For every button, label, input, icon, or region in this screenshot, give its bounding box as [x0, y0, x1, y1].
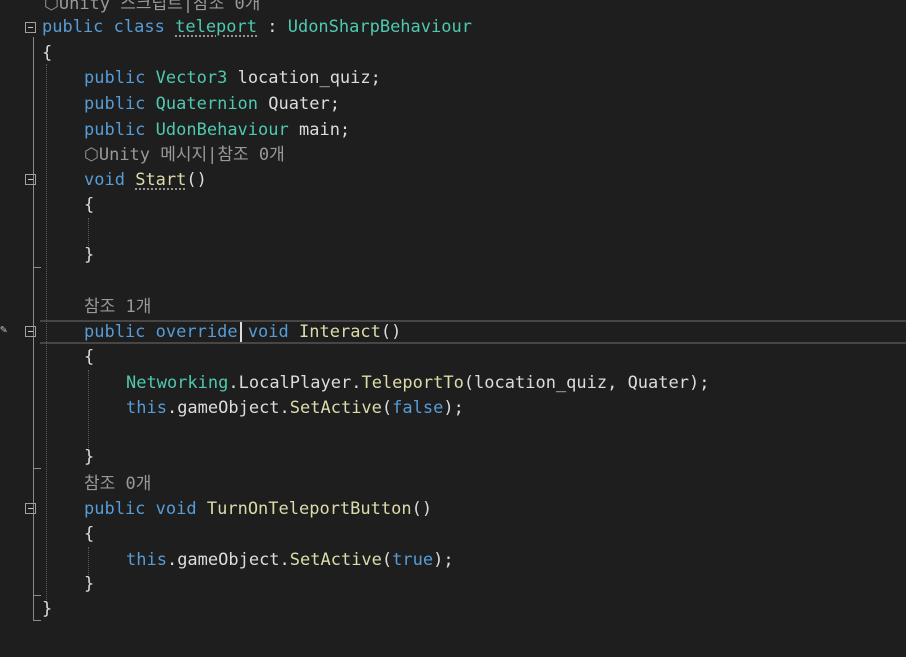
code-lens-turnon[interactable]: 참조 0개: [0, 472, 906, 497]
keyword-class: class: [113, 17, 165, 37]
method-name-turnon[interactable]: TurnOnTeleportButton: [207, 499, 412, 519]
turnon-open-brace-line[interactable]: {: [0, 522, 906, 547]
setactive-false-line[interactable]: this.gameObject.SetActive(false);: [0, 396, 906, 421]
method-name-interact[interactable]: Interact: [299, 322, 381, 342]
turnon-method-line[interactable]: public void TurnOnTeleportButton(): [0, 497, 906, 522]
method-name-start[interactable]: Start: [135, 170, 186, 190]
start-method-line[interactable]: void Start(): [0, 168, 906, 193]
start-open-brace-line[interactable]: {: [0, 193, 906, 218]
class-name[interactable]: teleport: [175, 17, 257, 37]
interact-open-brace-line[interactable]: {: [0, 345, 906, 370]
class-close-brace-line[interactable]: }: [0, 597, 906, 622]
turnon-close-brace-line[interactable]: }: [0, 572, 906, 597]
interact-close-brace-line[interactable]: }: [0, 445, 906, 470]
class-declaration-line[interactable]: public class teleport : UdonSharpBehavio…: [0, 15, 906, 40]
setactive-true-line[interactable]: this.gameObject.SetActive(true);: [0, 548, 906, 573]
unity-cube-icon: ⬡: [84, 145, 99, 165]
code-lens-start[interactable]: ⬡Unity 메시지|참조 0개: [0, 143, 906, 168]
code-lens-interact[interactable]: 참조 1개: [0, 295, 906, 320]
teleport-call-line[interactable]: Networking.LocalPlayer.TeleportTo(locati…: [0, 371, 906, 396]
field-line-main[interactable]: public UdonBehaviour main;: [0, 118, 906, 143]
field-line-quater[interactable]: public Quaternion Quater;: [0, 92, 906, 117]
base-class-name[interactable]: UdonSharpBehaviour: [288, 17, 472, 37]
interact-method-line[interactable]: public override void Interact(): [0, 320, 906, 345]
start-close-brace-line[interactable]: }: [0, 243, 906, 268]
keyword-public: public: [42, 17, 104, 37]
class-open-brace-line[interactable]: {: [0, 41, 906, 66]
field-line-location[interactable]: public Vector3 location_quiz;: [0, 66, 906, 91]
